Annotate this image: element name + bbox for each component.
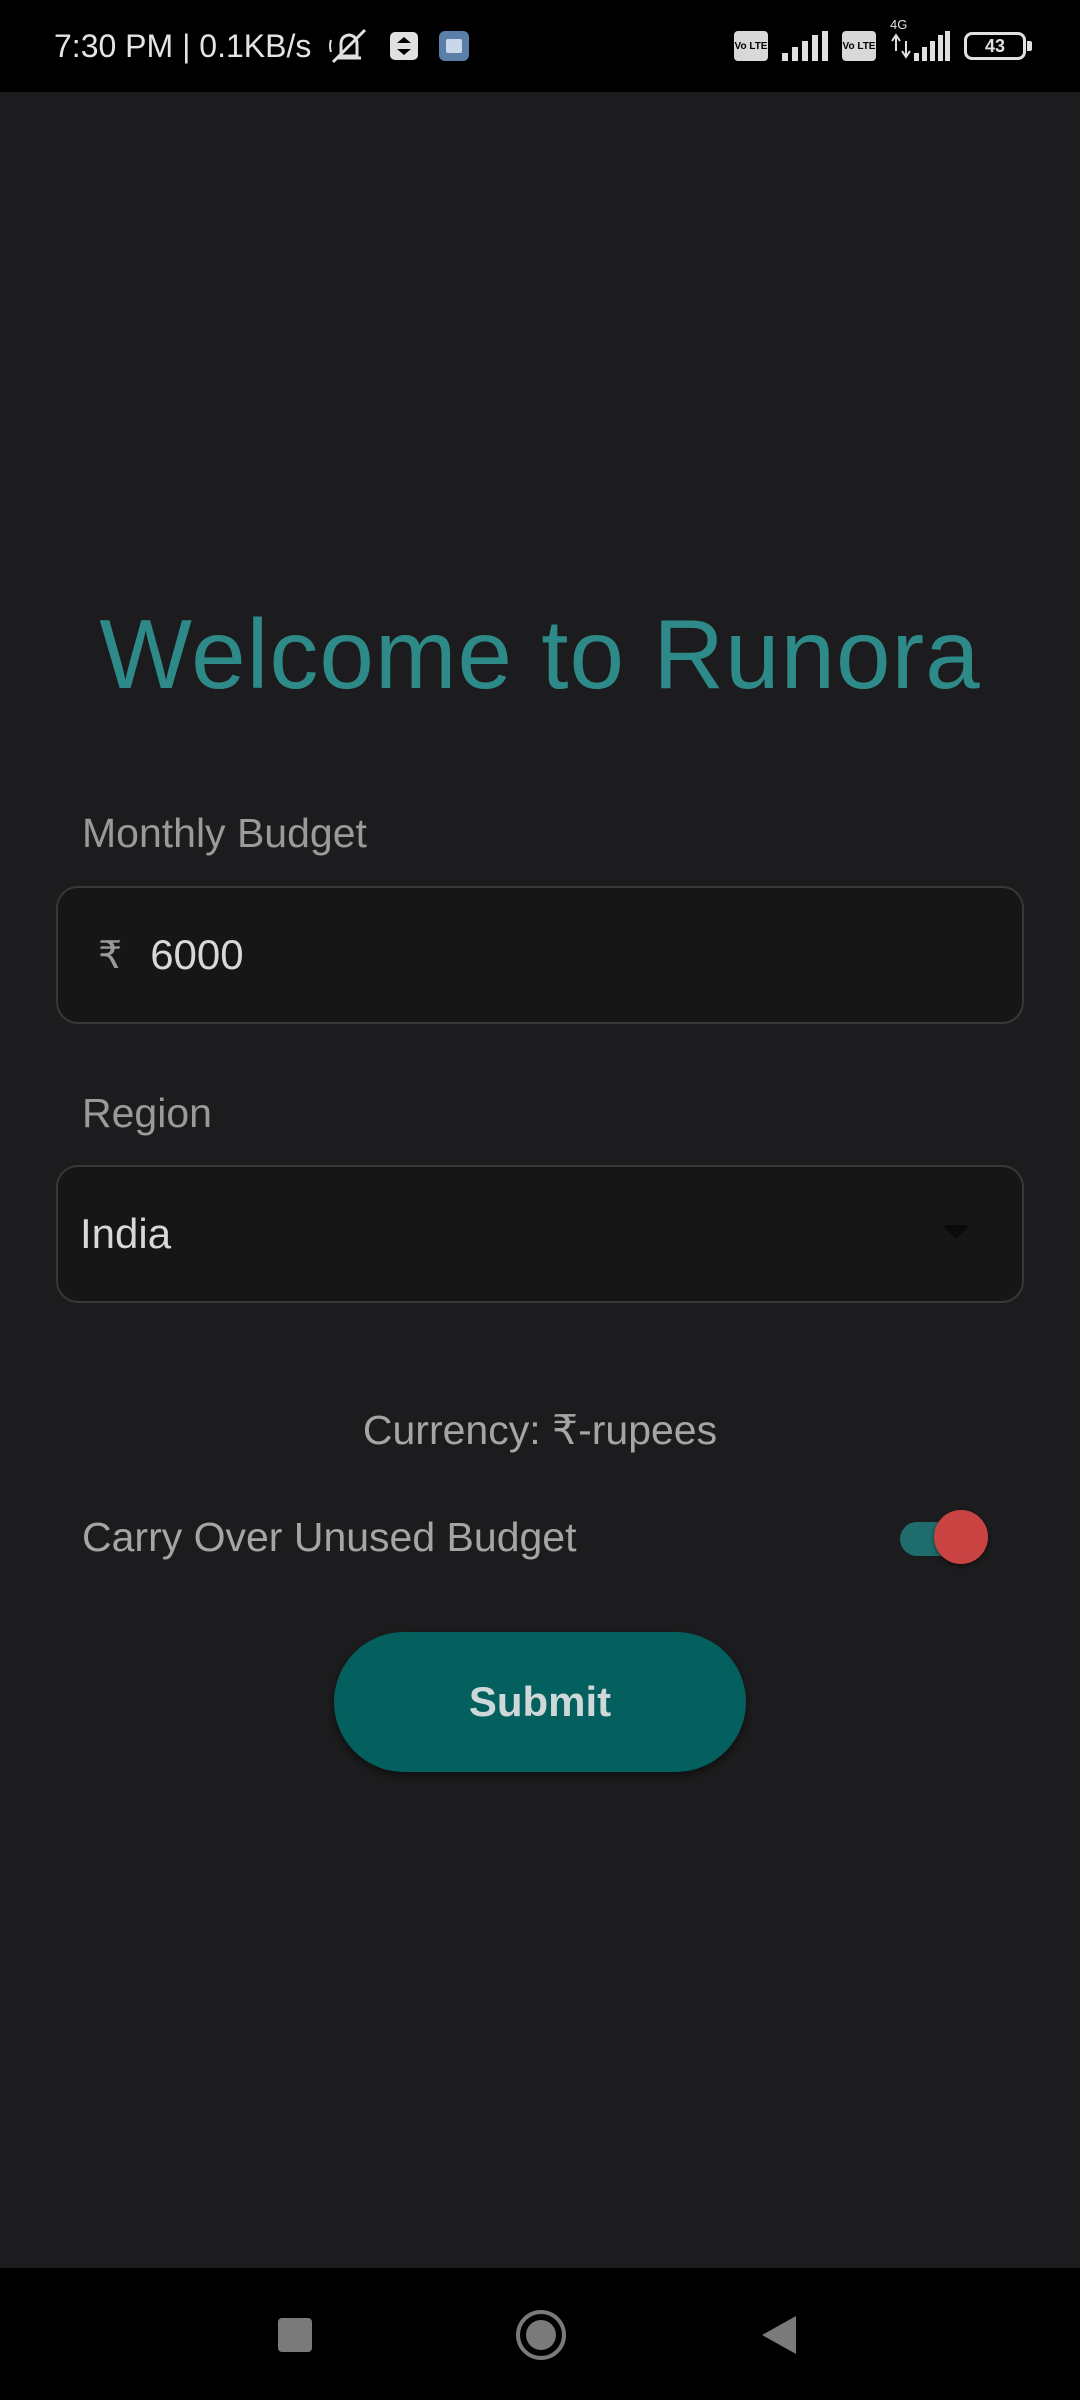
volte-label-sim2: Vo LTE	[842, 40, 876, 52]
status-left: 7:30 PM | 0.1KB/s	[54, 0, 471, 92]
volte-label: Vo LTE	[734, 40, 768, 52]
app-notification-icon	[437, 29, 471, 63]
volte-icon: Vo LTE	[734, 31, 768, 61]
sync-icon	[387, 29, 421, 63]
battery-level: 43	[984, 35, 1006, 56]
rupee-prefix: ₹	[98, 934, 123, 977]
region-selected-value: India	[80, 1210, 172, 1257]
recent-apps-button[interactable]	[278, 2318, 312, 2352]
toggle-thumb	[934, 1510, 988, 1564]
currency-text: Currency: ₹-rupees	[362, 1407, 718, 1453]
submit-button[interactable]: Submit	[334, 1632, 746, 1772]
home-button[interactable]	[516, 2310, 566, 2360]
status-time: 7:30 PM | 0.1KB/s	[54, 27, 312, 64]
volte-icon-sim2: Vo LTE	[842, 31, 876, 61]
carry-over-toggle[interactable]	[896, 1510, 988, 1564]
signal-icon	[782, 31, 828, 61]
mute-icon	[327, 26, 371, 66]
battery-icon: 43	[964, 32, 1032, 60]
network-type-label: 4G	[890, 17, 908, 32]
page-title: Welcome to Runora	[99, 599, 981, 709]
signal-4g-icon: 4G	[890, 17, 950, 61]
status-right: Vo LTE Vo LTE 4G 43	[734, 0, 1032, 92]
carry-over-label: Carry Over Unused Budget	[82, 1514, 577, 1560]
status-bar: 7:30 PM | 0.1KB/s Vo LTE Vo LTE 4G 43	[0, 0, 1080, 92]
monthly-budget-input[interactable]: ₹ 6000	[56, 886, 1024, 1024]
monthly-budget-label: Monthly Budget	[82, 810, 367, 856]
region-label: Region	[82, 1090, 212, 1136]
budget-value: 6000	[150, 931, 244, 978]
dropdown-arrow-icon	[942, 1225, 970, 1239]
navigation-bar	[0, 2268, 1080, 2400]
back-button[interactable]	[762, 2316, 796, 2354]
region-dropdown[interactable]: India	[56, 1165, 1024, 1303]
